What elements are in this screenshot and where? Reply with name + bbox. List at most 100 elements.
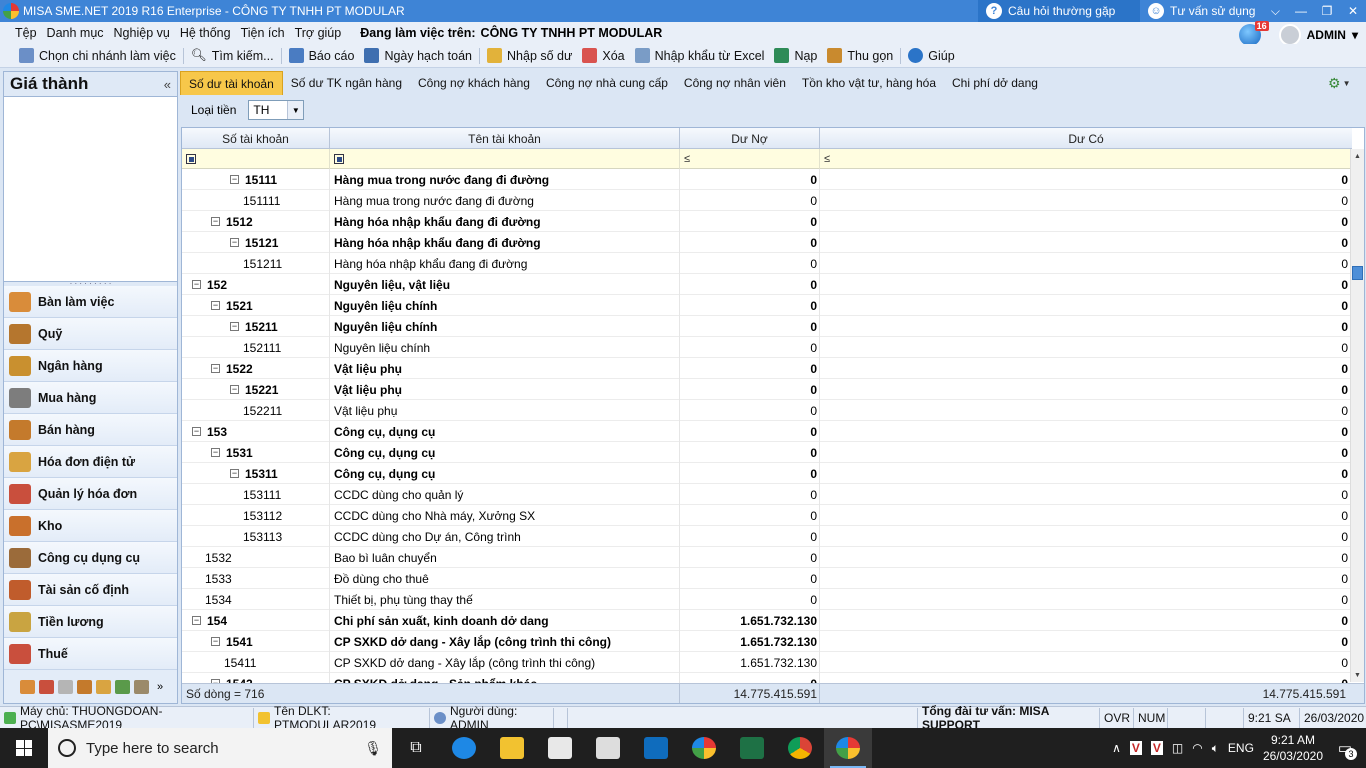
tray-app-icon[interactable]: V: [1129, 741, 1142, 755]
tab-wip-cost[interactable]: Chi phí dở dang: [944, 71, 1046, 95]
filter-cell-credit[interactable]: ≤: [820, 149, 1352, 169]
collapse-toggle-icon[interactable]: −: [230, 385, 239, 394]
collapse-toggle-icon[interactable]: −: [230, 322, 239, 331]
taskbar-edge[interactable]: [440, 728, 488, 768]
module-mini-icon[interactable]: [77, 679, 92, 694]
table-row[interactable]: −1531 Công cụ, dụng cụ 0 0: [182, 442, 1352, 463]
filter-operator[interactable]: ≤: [684, 153, 690, 165]
module-mini-icon[interactable]: [20, 679, 35, 694]
collapse-sidebar-icon[interactable]: «: [164, 77, 171, 92]
search-button[interactable]: 🔍︎ Tìm kiếm...: [186, 48, 279, 63]
table-row[interactable]: −1541 CP SXKD dở dang - Xây lắp (công trì…: [182, 631, 1352, 652]
taskbar-excel[interactable]: [728, 728, 776, 768]
filter-cell-name[interactable]: [330, 149, 680, 169]
table-row[interactable]: 152111 Nguyên liệu chính 0 0: [182, 337, 1352, 358]
tab-account-balance[interactable]: Số dư tài khoản: [180, 71, 283, 95]
delete-button[interactable]: Xóa: [577, 48, 629, 63]
language-indicator[interactable]: ENG: [1228, 741, 1254, 755]
minimize-button[interactable]: —: [1288, 0, 1314, 22]
table-row[interactable]: −15221 Vật liệu phụ 0 0: [182, 379, 1352, 400]
module-mini-icon[interactable]: [96, 679, 111, 694]
tab-employee-debt[interactable]: Công nợ nhân viên: [676, 71, 794, 95]
table-row[interactable]: −1512 Hàng hóa nhập khẩu đang đi đường 0 0: [182, 211, 1352, 232]
import-excel-button[interactable]: Nhập khẩu từ Excel: [630, 48, 770, 63]
filter-checkbox[interactable]: [186, 154, 196, 164]
table-row[interactable]: 15411 CP SXKD dở dang - Xây lắp (công trì…: [182, 652, 1352, 673]
filter-checkbox[interactable]: [334, 154, 344, 164]
module-mini-icon[interactable]: [115, 679, 130, 694]
sidebar-item[interactable]: Tài sản cố định: [4, 574, 177, 606]
scroll-thumb[interactable]: [1352, 266, 1363, 280]
table-row[interactable]: 1534 Thiết bị, phụ tùng thay thế 0 0: [182, 589, 1352, 610]
taskbar-search[interactable]: Type here to search 🎙︎: [48, 728, 392, 768]
vertical-scrollbar[interactable]: ▲ ▼: [1350, 149, 1364, 682]
collapse-toggle-icon[interactable]: −: [192, 616, 201, 625]
sidebar-item[interactable]: Bán hàng: [4, 414, 177, 446]
collapse-toggle-icon[interactable]: −: [211, 301, 220, 310]
user-menu[interactable]: 16 ADMIN ▾: [1238, 21, 1358, 46]
table-row[interactable]: 151111 Hàng mua trong nước đang đi đường 0…: [182, 190, 1352, 211]
tab-supplier-debt[interactable]: Công nợ nhà cung cấp: [538, 71, 676, 95]
task-view-button[interactable]: ⧉: [392, 728, 440, 768]
sidebar-item[interactable]: Mua hàng: [4, 382, 177, 414]
taskbar-explorer[interactable]: [488, 728, 536, 768]
more-modules-icon[interactable]: »: [157, 681, 163, 693]
table-row[interactable]: −15121 Hàng hóa nhập khẩu đang đi đường 0 0: [182, 232, 1352, 253]
menu-system[interactable]: Hệ thống: [175, 26, 236, 40]
settings-button[interactable]: ⚙ ▼: [1328, 73, 1358, 93]
module-mini-icon[interactable]: [58, 679, 73, 694]
table-row[interactable]: −15211 Nguyên liệu chính 0 0: [182, 316, 1352, 337]
currency-select[interactable]: TH ▼: [248, 100, 305, 120]
tray-app-icon[interactable]: V: [1150, 741, 1163, 755]
branch-button[interactable]: Chọn chi nhánh làm việc: [14, 48, 181, 63]
start-button[interactable]: [0, 728, 48, 768]
taskbar-store[interactable]: [584, 728, 632, 768]
table-row[interactable]: 151211 Hàng hóa nhập khẩu đang đi đường 0 0: [182, 253, 1352, 274]
table-row[interactable]: −1521 Nguyên liệu chính 0 0: [182, 295, 1352, 316]
tab-customer-debt[interactable]: Công nợ khách hàng: [410, 71, 538, 95]
microphone-icon[interactable]: 🎙︎: [364, 740, 382, 757]
sidebar-item[interactable]: Quản lý hóa đơn: [4, 478, 177, 510]
table-row[interactable]: −152 Nguyên liệu, vật liệu 0 0: [182, 274, 1352, 295]
action-center-button[interactable]: ▭ 3: [1332, 735, 1358, 761]
collapse-toggle-icon[interactable]: −: [230, 238, 239, 247]
scroll-up-icon[interactable]: ▲: [1351, 149, 1364, 163]
table-row[interactable]: 1532 Bao bì luân chuyển 0 0: [182, 547, 1352, 568]
collapse-button[interactable]: Thu gọn: [822, 48, 898, 63]
column-header-name[interactable]: Tên tài khoản: [330, 128, 680, 149]
load-button[interactable]: Nạp: [769, 48, 822, 63]
menu-operations[interactable]: Nghiệp vụ: [109, 26, 175, 40]
sidebar-item[interactable]: Thuế: [4, 638, 177, 670]
sidebar-item[interactable]: Quỹ: [4, 318, 177, 350]
restore-button[interactable]: ❐: [1314, 0, 1340, 22]
column-header-debit[interactable]: Dư Nợ: [680, 128, 820, 149]
collapse-toggle-icon[interactable]: −: [192, 280, 201, 289]
table-row[interactable]: −15111 Hàng mua trong nước đang đi đường 0…: [182, 169, 1352, 190]
chevron-up-icon[interactable]: ∧: [1112, 741, 1121, 755]
menu-file[interactable]: Tệp: [10, 26, 42, 40]
close-button[interactable]: ✕: [1340, 0, 1366, 22]
table-row[interactable]: −15311 Công cụ, dụng cụ 0 0: [182, 463, 1352, 484]
scroll-down-icon[interactable]: ▼: [1351, 668, 1364, 682]
taskbar-mail[interactable]: [536, 728, 584, 768]
table-row[interactable]: −153 Công cụ, dụng cụ 0 0: [182, 421, 1352, 442]
table-row[interactable]: 152211 Vật liệu phụ 0 0: [182, 400, 1352, 421]
filter-cell-debit[interactable]: ≤: [680, 149, 820, 169]
tab-bank-balance[interactable]: Số dư TK ngân hàng: [283, 71, 410, 95]
sidebar-item[interactable]: Hóa đơn điện tử: [4, 446, 177, 478]
collapse-toggle-icon[interactable]: −: [211, 637, 220, 646]
menu-utilities[interactable]: Tiện ích: [236, 26, 290, 40]
volume-icon[interactable]: 🔈︎: [1212, 741, 1219, 756]
faq-button[interactable]: ? Câu hỏi thường gặp: [978, 0, 1140, 22]
collapse-toggle-icon[interactable]: −: [211, 217, 220, 226]
consult-button[interactable]: ☺ Tư vấn sử dụng ⌵: [1140, 0, 1288, 22]
tab-inventory[interactable]: Tồn kho vật tư, hàng hóa: [794, 71, 944, 95]
sidebar-item[interactable]: Công cụ dụng cụ: [4, 542, 177, 574]
column-header-credit[interactable]: Dư Có: [820, 128, 1352, 149]
report-button[interactable]: Báo cáo: [284, 48, 360, 63]
table-row[interactable]: −154 Chi phí sản xuất, kinh doanh dở dang…: [182, 610, 1352, 631]
table-row[interactable]: 153111 CCDC dùng cho quản lý 0 0: [182, 484, 1352, 505]
notification-globe-icon[interactable]: 16: [1238, 21, 1269, 46]
taskbar-misa-active[interactable]: [824, 728, 872, 768]
table-row[interactable]: 153112 CCDC dùng cho Nhà máy, Xưởng SX 0 0: [182, 505, 1352, 526]
